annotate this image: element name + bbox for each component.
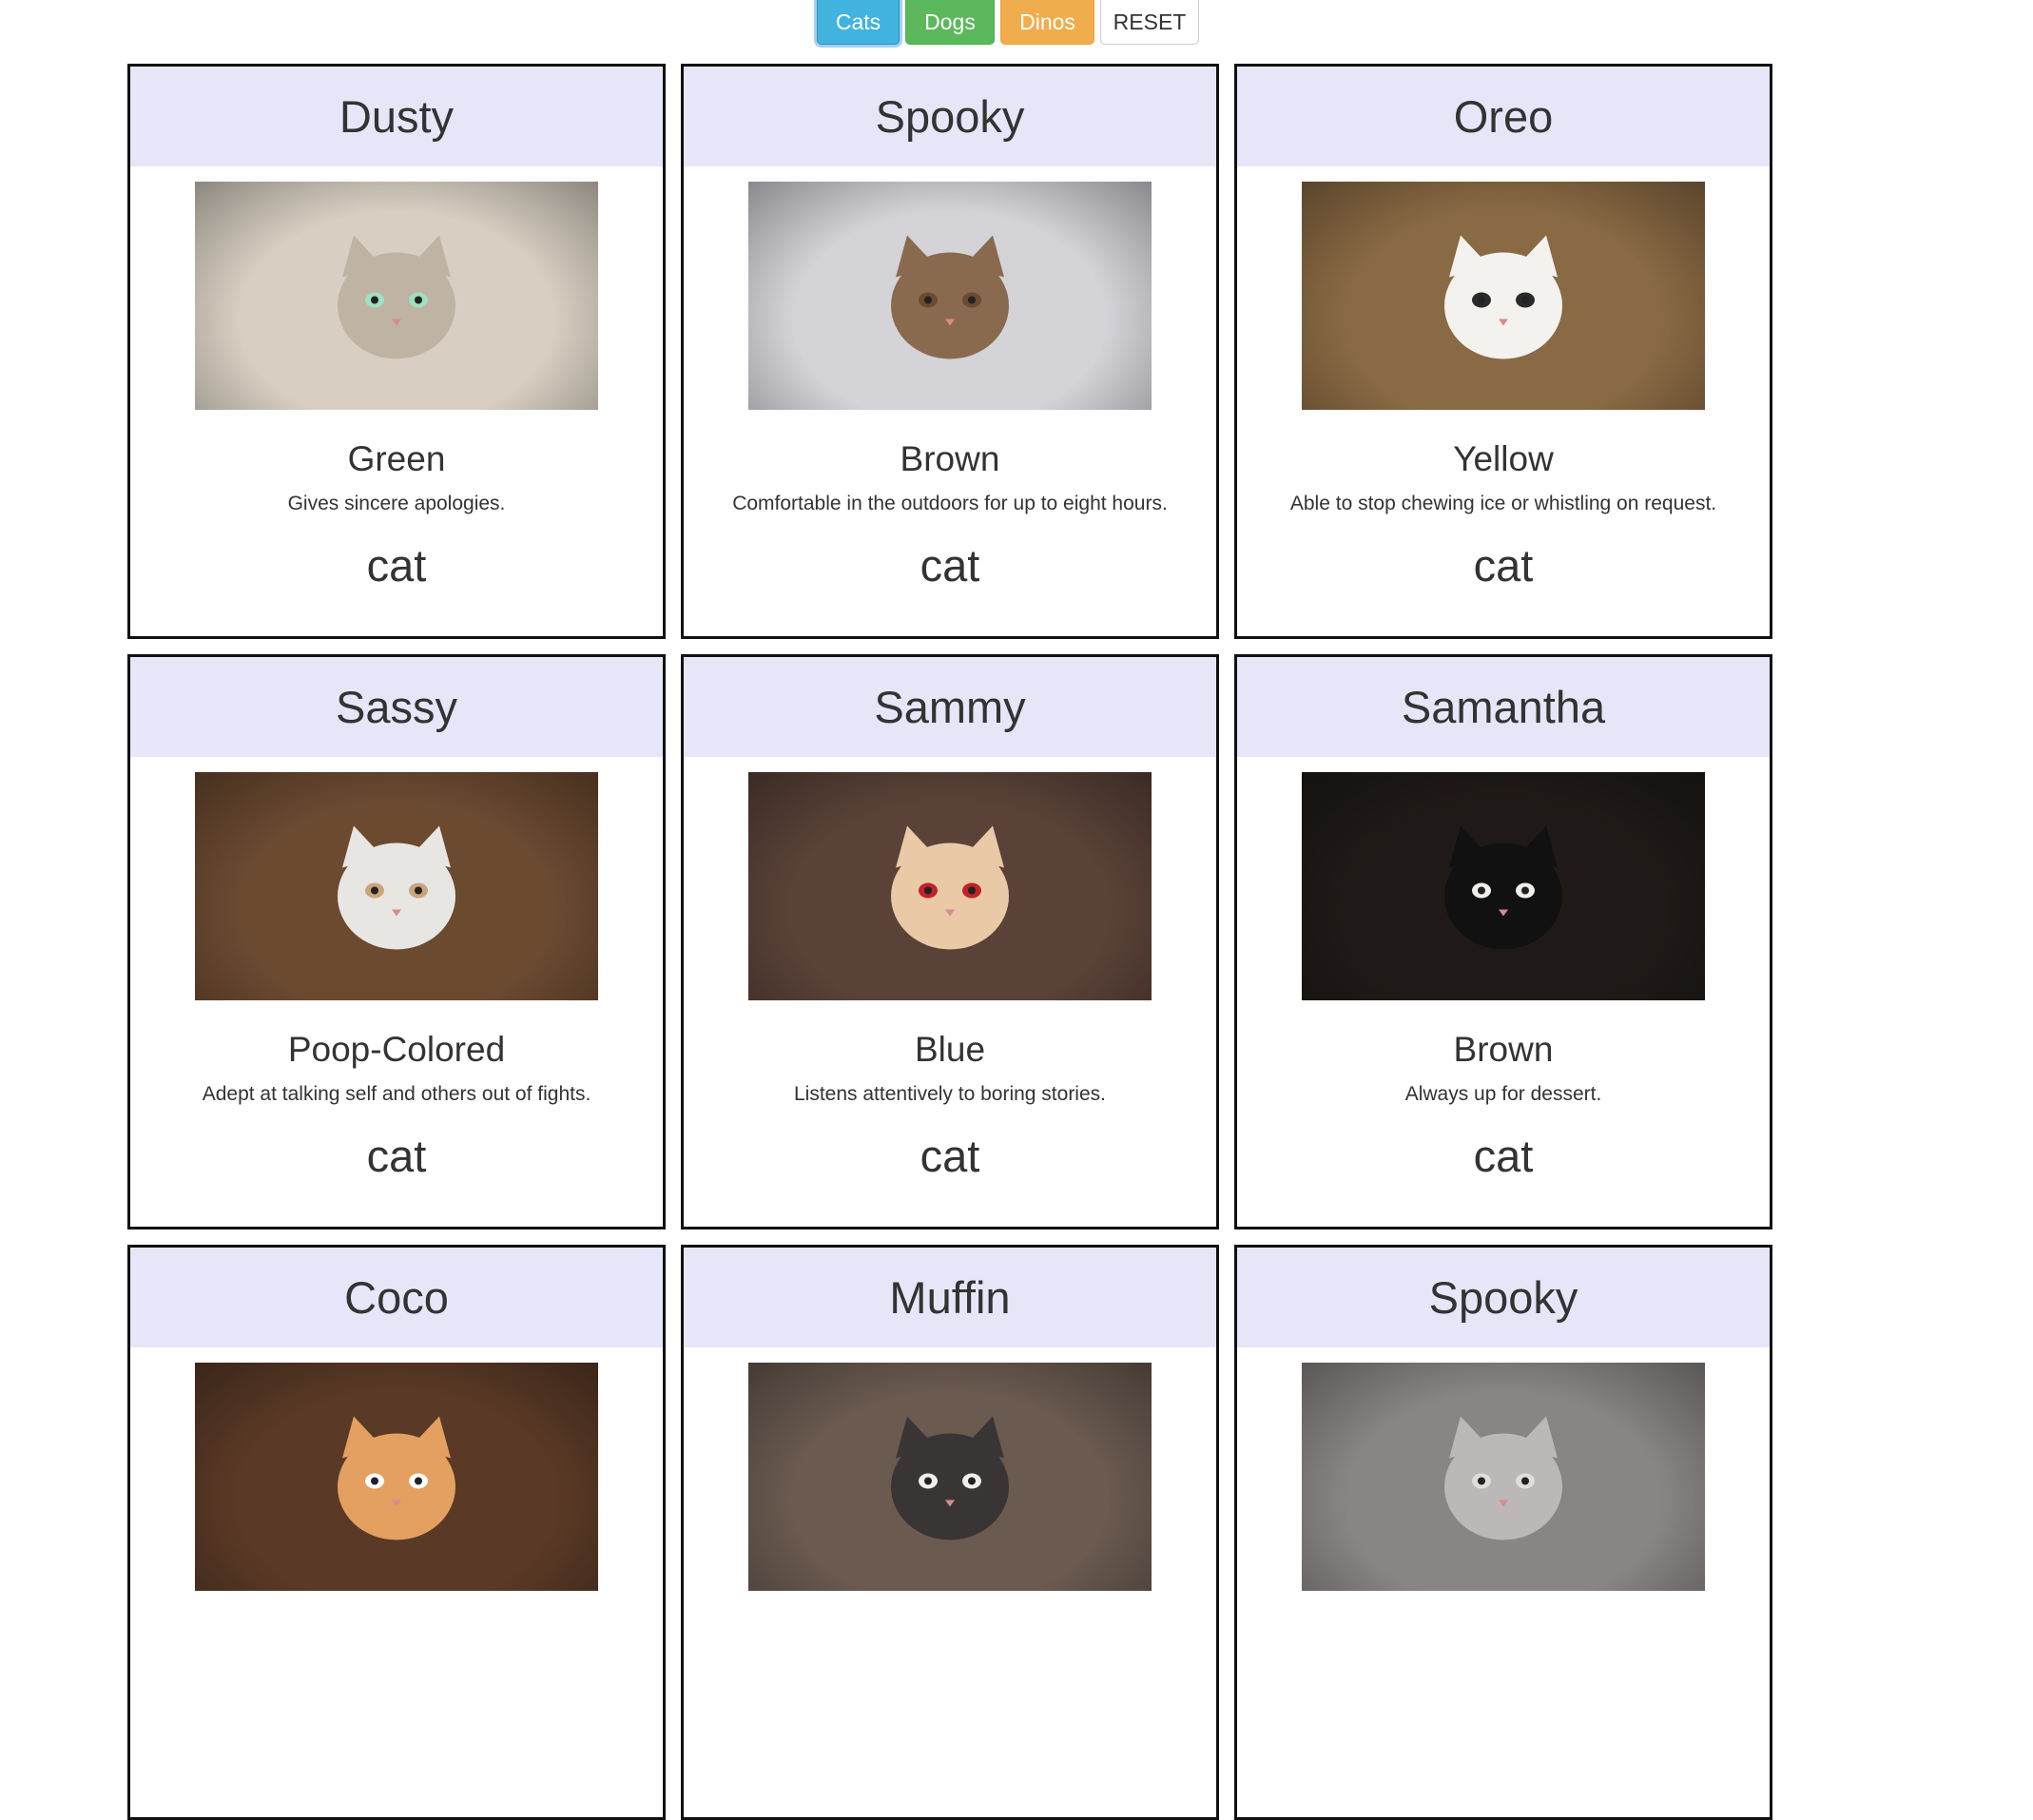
pet-name: Sammy — [684, 657, 1216, 757]
cat-photo-icon — [1444, 825, 1562, 950]
cat-photo-icon — [1444, 235, 1562, 359]
pet-species: cat — [1473, 540, 1534, 591]
pet-card: Muffin — [681, 1245, 1219, 1820]
pet-description: Gives sincere apologies. — [287, 493, 506, 514]
pet-color: Brown — [1453, 1030, 1554, 1069]
pet-photo — [195, 1363, 598, 1591]
pet-species: cat — [920, 1131, 980, 1181]
pet-name: Sassy — [130, 657, 663, 757]
pet-description: Always up for dessert. — [1404, 1083, 1602, 1105]
dinos-filter-button[interactable]: Dinos — [1000, 0, 1094, 45]
cats-filter-button[interactable]: Cats — [817, 0, 900, 45]
reset-button[interactable]: RESET — [1100, 0, 1199, 45]
pet-photo — [195, 772, 598, 1000]
pet-photo — [748, 772, 1152, 1000]
cat-photo-icon — [338, 235, 455, 359]
pet-photo — [1302, 182, 1705, 410]
pet-species: cat — [366, 540, 427, 591]
pet-name: Muffin — [684, 1248, 1216, 1347]
pet-photo — [1302, 1363, 1705, 1591]
pet-name: Dusty — [130, 67, 663, 166]
pet-name: Spooky — [1237, 1248, 1770, 1347]
pet-card: Dusty Green Gives sincere apologies. cat — [127, 64, 666, 639]
pet-description: Comfortable in the outdoors for up to ei… — [732, 493, 1168, 514]
pet-photo — [748, 182, 1152, 410]
pet-species: cat — [1473, 1131, 1534, 1181]
pet-name: Samantha — [1237, 657, 1770, 757]
pet-photo — [1302, 772, 1705, 1000]
cat-photo-icon — [338, 1416, 455, 1540]
pet-photo — [195, 182, 598, 410]
filter-bar: Cats Dogs Dinos RESET — [817, 0, 1199, 45]
pet-species: cat — [366, 1131, 427, 1181]
pet-photo — [748, 1363, 1152, 1591]
pet-card: Coco — [127, 1245, 666, 1820]
pet-color: Yellow — [1453, 439, 1554, 478]
pet-card: Sammy Blue Listens attentively to boring s… — [681, 654, 1219, 1229]
pet-color: Green — [347, 439, 446, 478]
pet-description: Adept at talking self and others out of … — [202, 1083, 591, 1105]
pet-name: Coco — [130, 1248, 663, 1347]
pet-color: Blue — [914, 1030, 986, 1069]
pet-description: Listens attentively to boring stories. — [793, 1083, 1106, 1105]
cat-photo-icon — [891, 825, 1009, 950]
cat-photo-icon — [891, 1416, 1009, 1540]
pet-color: Brown — [900, 439, 1000, 478]
pet-color: Poop-Colored — [287, 1030, 506, 1069]
pet-description: Able to stop chewing ice or whistling on… — [1289, 493, 1717, 514]
cat-photo-icon — [338, 825, 455, 950]
pet-species: cat — [920, 540, 980, 591]
pet-card: Oreo Yellow Able to stop chewing ice or wh… — [1234, 64, 1772, 639]
dogs-filter-button[interactable]: Dogs — [905, 0, 995, 45]
pet-card: Spooky Brown Comfortable in the outdoors f… — [681, 64, 1219, 639]
pet-card: Spooky — [1234, 1245, 1772, 1820]
pet-name: Oreo — [1237, 67, 1770, 166]
pet-card-grid: Dusty Green Gives sincere apologies. cat Spo… — [127, 64, 1772, 1820]
pet-card: Samantha Brown Always up for dessert. cat — [1234, 654, 1772, 1229]
cat-photo-icon — [891, 235, 1009, 359]
pet-card: Sassy Poop-Colored Adept at talking self a… — [127, 654, 666, 1229]
cat-photo-icon — [1444, 1416, 1562, 1540]
pet-name: Spooky — [684, 67, 1216, 166]
